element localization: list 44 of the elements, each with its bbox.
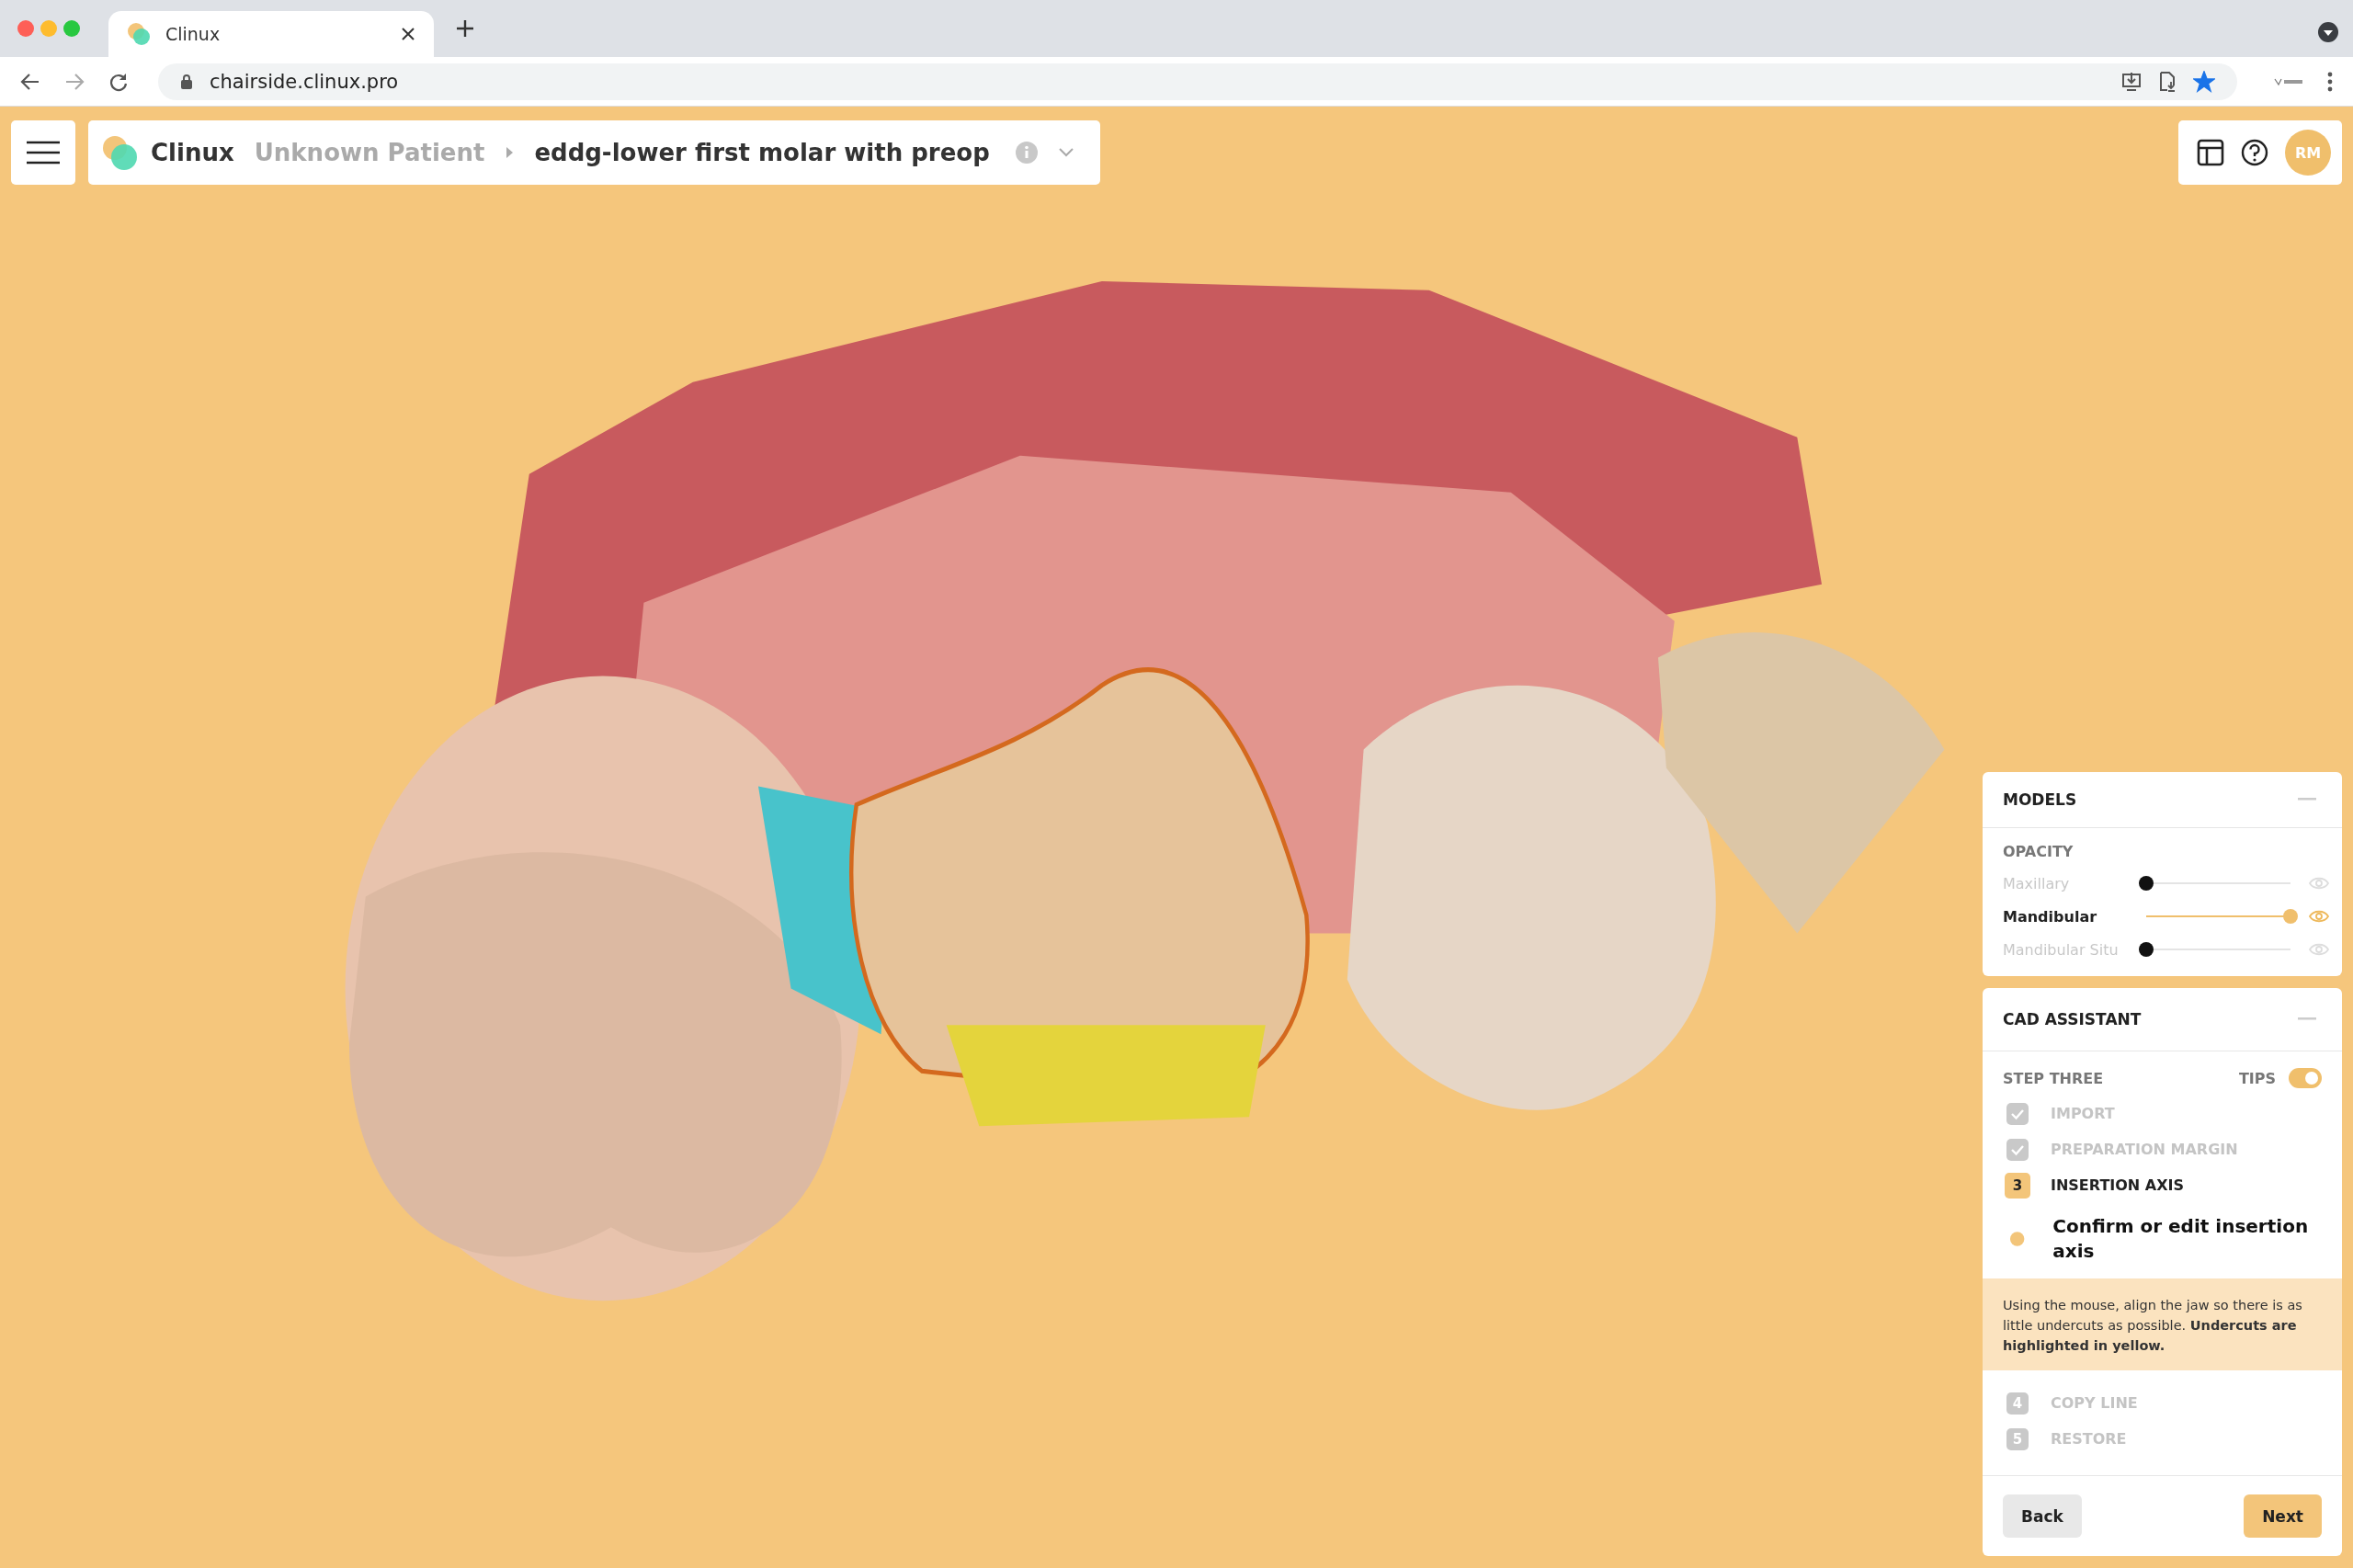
dental-scan-drawing[interactable] xyxy=(345,280,1945,1301)
step-number: 3 xyxy=(2005,1172,2030,1199)
tip-text: Using the mouse, align the jaw so there is as little undercuts as possible. Undercuts are highlighted in yellow. xyxy=(2003,1297,2303,1355)
panel-title: MODELS xyxy=(2003,790,2077,809)
tab-title: Clinux xyxy=(165,24,222,44)
browser-tab[interactable]: Clinux xyxy=(108,11,434,57)
layout-icon[interactable] xyxy=(2197,139,2224,166)
new-tab-icon[interactable] xyxy=(456,19,474,38)
chevron-right-icon xyxy=(505,146,515,159)
substep-dot-icon xyxy=(2009,1231,2026,1247)
help-icon[interactable] xyxy=(2241,139,2268,166)
bookmark-star-icon[interactable] xyxy=(2193,70,2215,93)
step-label: COPY LINE xyxy=(2051,1394,2138,1412)
download-icon[interactable] xyxy=(2121,71,2142,92)
next-button[interactable]: Next xyxy=(2244,1494,2322,1538)
step-label: RESTORE xyxy=(2051,1430,2127,1448)
step-label: PREPARATION MARGIN xyxy=(2051,1141,2238,1158)
brand-name: Clinux xyxy=(151,139,234,166)
slider-thumb[interactable] xyxy=(2283,909,2298,924)
step-label: INSERTION AXIS xyxy=(2051,1176,2185,1194)
back-icon[interactable] xyxy=(20,71,40,92)
breadcrumb-item: eddg-lower first molar with preop xyxy=(534,139,990,166)
file-download-icon[interactable] xyxy=(2158,71,2177,92)
logo-icon xyxy=(101,134,138,171)
model-name: Mandibular xyxy=(2003,907,2098,926)
lock-icon xyxy=(180,73,193,90)
section-label: OPACITY xyxy=(2003,843,2075,860)
step-label: IMPORT xyxy=(2051,1105,2115,1122)
tab-search-icon[interactable] xyxy=(2318,22,2338,42)
slider-thumb[interactable] xyxy=(2139,942,2154,957)
menu-button[interactable] xyxy=(11,120,75,185)
close-icon[interactable] xyxy=(401,27,415,41)
url-text: chairside.clinux.pro xyxy=(210,70,399,93)
more-options-icon[interactable] xyxy=(2327,71,2333,92)
logo-icon xyxy=(127,22,151,46)
substep-text: Confirm or edit insertion axis xyxy=(2052,1214,2310,1264)
address-bar[interactable]: chairside.clinux.pro xyxy=(158,62,2237,100)
tips-toggle[interactable] xyxy=(2289,1068,2322,1088)
slider-thumb[interactable] xyxy=(2139,876,2154,891)
menu-icon xyxy=(27,141,60,165)
panel-title: CAD ASSISTANT xyxy=(2003,1010,2142,1028)
back-button[interactable]: Back xyxy=(2003,1494,2082,1538)
step-title: STEP THREE xyxy=(2003,1069,2104,1087)
tips-label: TIPS xyxy=(2238,1069,2276,1087)
